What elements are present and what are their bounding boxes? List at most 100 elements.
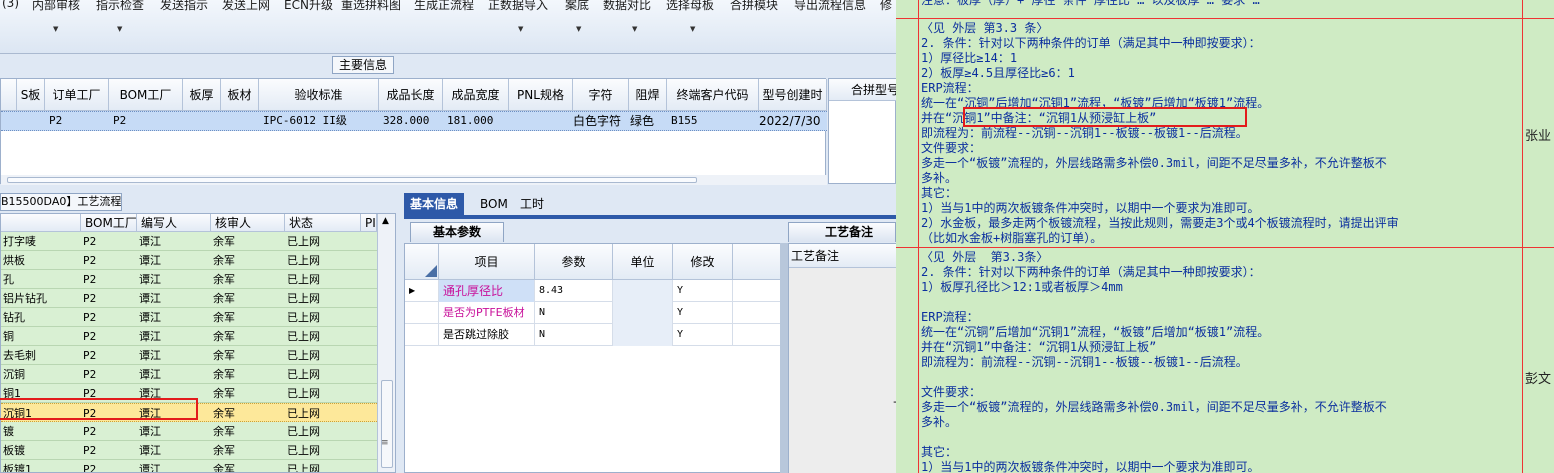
cell-bom-factory[interactable]: P2 xyxy=(109,111,183,131)
tab-bom[interactable]: BOM xyxy=(474,193,514,215)
tab-process-notes[interactable]: 工艺备注 xyxy=(788,222,896,242)
process-row[interactable]: 钻孔 P2 谭江 余军 已上网 xyxy=(1,308,377,327)
cell-character[interactable]: 白色字符 xyxy=(569,111,629,131)
grid-header-character[interactable]: 字符 xyxy=(573,79,629,111)
params-row[interactable]: 是否跳过除胶 N Y xyxy=(405,324,781,346)
grid-header-board-thickness[interactable]: 板厚 xyxy=(183,79,221,111)
toolbar-ecn-upgrade[interactable]: ECN升级 xyxy=(284,0,333,13)
process-reviewer[interactable]: 余军 xyxy=(213,460,285,472)
params-row[interactable]: ▶ 通孔厚径比 8.43 Y xyxy=(405,280,781,302)
grid-header-order-factory[interactable]: 订单工厂 xyxy=(45,79,109,111)
param-modify[interactable]: Y xyxy=(673,302,733,324)
param-modify[interactable]: Y xyxy=(673,280,733,302)
process-header-bom-factory[interactable]: BOM工厂 xyxy=(81,214,137,232)
cell-board-thickness[interactable] xyxy=(183,111,221,131)
param-modify[interactable]: Y xyxy=(673,324,733,346)
process-bom-factory[interactable]: P2 xyxy=(83,346,137,365)
process-bom-factory[interactable]: P2 xyxy=(83,232,137,251)
process-writer[interactable]: 谭江 xyxy=(139,384,211,403)
process-header-status[interactable]: 状态 xyxy=(285,214,361,232)
horizontal-scrollbar[interactable] xyxy=(1,175,827,185)
process-bom-factory[interactable]: P2 xyxy=(83,384,137,403)
process-bom-factory[interactable]: P2 xyxy=(83,365,137,384)
chevron-down-icon[interactable]: ▼ xyxy=(117,25,122,33)
toolbar-select-mother-board[interactable]: 选择母板 xyxy=(666,0,714,13)
tab-work-hours[interactable]: 工时 xyxy=(514,193,550,215)
param-value[interactable]: 8.43 xyxy=(535,280,613,302)
process-row[interactable]: 板镀1 P2 谭江 余军 已上网 xyxy=(1,460,377,472)
process-row[interactable]: 打字唛 P2 谭江 余军 已上网 xyxy=(1,232,377,251)
toolbar-export-flow-info[interactable]: 导出流程信息 xyxy=(794,0,866,13)
process-reviewer[interactable]: 余军 xyxy=(213,251,285,270)
process-status[interactable]: 已上网 xyxy=(287,384,361,403)
scrollbar-thumb[interactable] xyxy=(381,380,393,468)
process-reviewer[interactable]: 余军 xyxy=(213,365,285,384)
chevron-down-icon[interactable]: ▼ xyxy=(576,25,581,33)
panel-splitter[interactable] xyxy=(396,193,404,473)
process-status[interactable]: 已上网 xyxy=(287,460,361,472)
process-name[interactable]: 孔 xyxy=(3,270,81,289)
param-unit[interactable] xyxy=(613,280,673,302)
tab-basic-params[interactable]: 基本参数 xyxy=(410,222,504,242)
grid-header-customer-code[interactable]: 终端客户代码 xyxy=(667,79,759,111)
process-name[interactable]: 镀 xyxy=(3,422,81,441)
process-bom-factory[interactable]: P2 xyxy=(83,308,137,327)
vertical-scrollbar[interactable] xyxy=(780,243,788,473)
process-name[interactable]: 烘板 xyxy=(3,251,81,270)
process-name[interactable]: 铜 xyxy=(3,327,81,346)
cell-model-created[interactable]: 2022/7/30 xyxy=(755,111,827,131)
chevron-down-icon[interactable]: ▼ xyxy=(690,25,695,33)
process-reviewer[interactable]: 余军 xyxy=(213,441,285,460)
process-row[interactable]: 板镀 P2 谭江 余军 已上网 xyxy=(1,441,377,460)
process-bom-factory[interactable]: P2 xyxy=(83,270,137,289)
process-name[interactable]: 沉铜1 xyxy=(3,404,81,423)
process-name[interactable]: 钻孔 xyxy=(3,308,81,327)
params-header-unit[interactable]: 单位 xyxy=(613,244,673,280)
toolbar-reselect-panel[interactable]: 重选拼料图 xyxy=(341,0,401,13)
process-bom-factory[interactable]: P2 xyxy=(83,404,137,423)
process-row[interactable]: 孔 P2 谭江 余军 已上网 xyxy=(1,270,377,289)
grid-header-model-created[interactable]: 型号创建时 xyxy=(759,79,827,111)
process-row[interactable]: 沉铜 P2 谭江 余军 已上网 xyxy=(1,365,377,384)
process-row[interactable]: 镀 P2 谭江 余军 已上网 xyxy=(1,422,377,441)
tab-basic-info[interactable]: 基本信息 xyxy=(404,193,465,215)
process-status[interactable]: 已上网 xyxy=(287,441,361,460)
process-name[interactable]: 铝片钻孔 xyxy=(3,289,81,308)
process-row[interactable]: 去毛刺 P2 谭江 余军 已上网 xyxy=(1,346,377,365)
params-row[interactable]: 是否为PTFE板材 N Y xyxy=(405,302,781,324)
process-status[interactable]: 已上网 xyxy=(287,289,361,308)
process-writer[interactable]: 谭江 xyxy=(139,404,211,423)
process-bom-factory[interactable]: P2 xyxy=(83,460,137,472)
toolbar-send-online[interactable]: 发送上网 xyxy=(222,0,270,13)
toolbar-internal-audit[interactable]: 内部审核 xyxy=(32,0,80,13)
toolbar-merge-module[interactable]: 合拼模块 xyxy=(730,0,778,13)
toolbar-archive[interactable]: 案底 xyxy=(565,0,589,13)
chevron-down-icon[interactable]: ▼ xyxy=(53,25,58,33)
grid-header-acceptance-standard[interactable]: 验收标准 xyxy=(259,79,379,111)
toolbar-item-clipped[interactable]: 修 xyxy=(880,0,892,13)
grid-header-s-board[interactable]: S板 xyxy=(17,79,45,111)
grid-header-finished-length[interactable]: 成品长度 xyxy=(379,79,443,111)
chevron-down-icon[interactable]: ▼ xyxy=(632,25,637,33)
params-header-value[interactable]: 参数 xyxy=(535,244,613,280)
process-reviewer[interactable]: 余军 xyxy=(213,422,285,441)
process-writer[interactable]: 谭江 xyxy=(139,270,211,289)
process-name[interactable]: 板镀1 xyxy=(3,460,81,472)
process-bom-factory[interactable]: P2 xyxy=(83,251,137,270)
process-reviewer[interactable]: 余军 xyxy=(213,404,285,423)
process-status[interactable]: 已上网 xyxy=(287,232,361,251)
process-row[interactable]: 沉铜1 P2 谭江 余军 已上网 xyxy=(1,403,377,422)
cell-finished-width[interactable]: 181.000 xyxy=(443,111,509,131)
vertical-scrollbar[interactable]: ▲ ≡ xyxy=(377,214,395,472)
process-reviewer[interactable]: 余军 xyxy=(213,346,285,365)
cell-s-board[interactable] xyxy=(17,111,45,131)
process-header-reviewer[interactable]: 核审人 xyxy=(211,214,285,232)
grid-header-bom-factory[interactable]: BOM工厂 xyxy=(109,79,183,111)
scroll-up-icon[interactable]: ▲ xyxy=(382,216,389,226)
process-row[interactable]: 铜1 P2 谭江 余军 已上网 xyxy=(1,384,377,403)
process-name[interactable]: 去毛刺 xyxy=(3,346,81,365)
process-writer[interactable]: 谭江 xyxy=(139,308,211,327)
param-value[interactable]: N xyxy=(535,302,613,324)
grid-header-pnl-spec[interactable]: PNL规格 xyxy=(509,79,573,111)
process-status[interactable]: 已上网 xyxy=(287,346,361,365)
